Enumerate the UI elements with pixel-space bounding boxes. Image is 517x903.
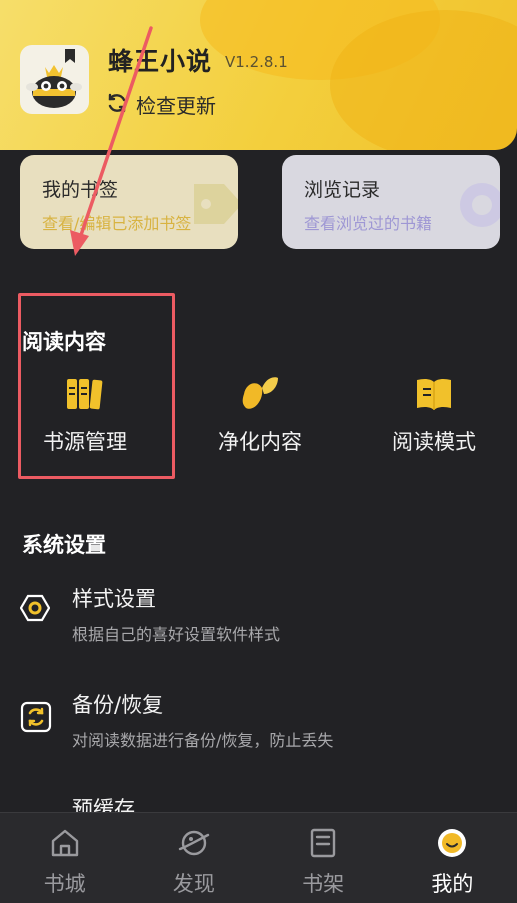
app-logo	[20, 45, 89, 114]
planet-icon	[178, 827, 210, 863]
reading-mode-label: 阅读模式	[392, 430, 476, 454]
purify-content-button[interactable]: 净化内容	[190, 372, 330, 456]
shelf-icon	[307, 827, 339, 863]
nav-bookshelf[interactable]: 书架	[259, 813, 388, 903]
nav-bookstore-label: 书城	[43, 872, 86, 896]
style-settings-title: 样式设置	[72, 587, 156, 611]
refresh-icon	[106, 92, 128, 118]
source-management-button[interactable]: 书源管理	[15, 372, 155, 456]
purify-content-label: 净化内容	[218, 430, 302, 454]
bookmarks-title: 我的书签	[42, 179, 119, 201]
profile-header: 蜂王小说 V1.2.8.1 检查更新	[0, 0, 517, 150]
tag-icon	[184, 179, 238, 233]
history-title: 浏览记录	[304, 179, 381, 201]
nav-mine[interactable]: 我的	[388, 813, 517, 903]
nav-discover-label: 发现	[172, 872, 215, 896]
style-settings-item[interactable]: 样式设置 根据自己的喜好设置软件样式	[0, 583, 517, 663]
home-icon	[49, 827, 81, 863]
sync-icon	[20, 701, 52, 737]
eye-icon	[446, 179, 500, 233]
system-section-title: 系统设置	[22, 533, 106, 557]
app-version: V1.2.8.1	[225, 53, 288, 71]
check-update-button[interactable]: 检查更新	[106, 90, 216, 119]
history-card[interactable]: 浏览记录 查看浏览过的书籍	[282, 155, 500, 249]
source-management-label: 书源管理	[43, 430, 127, 454]
app-name: 蜂王小说	[108, 47, 213, 76]
bookmarks-card[interactable]: 我的书签 查看/编辑已添加书签	[20, 155, 238, 249]
backup-restore-title: 备份/恢复	[72, 693, 164, 717]
backup-restore-item[interactable]: 备份/恢复 对阅读数据进行备份/恢复，防止丢失	[0, 689, 517, 769]
style-settings-desc: 根据自己的喜好设置软件样式	[72, 625, 281, 644]
bookmarks-subtitle: 查看/编辑已添加书签	[42, 214, 192, 233]
bottom-navigation: 书城 发现 书架 我的	[0, 812, 517, 903]
leaf-icon	[190, 372, 330, 416]
nav-bookshelf-label: 书架	[302, 872, 345, 896]
hexagon-gear-icon	[19, 593, 51, 627]
check-update-label: 检查更新	[136, 94, 216, 118]
nav-discover[interactable]: 发现	[129, 813, 258, 903]
history-subtitle: 查看浏览过的书籍	[304, 214, 433, 233]
nav-bookstore[interactable]: 书城	[0, 813, 129, 903]
books-icon	[15, 372, 155, 416]
nav-mine-label: 我的	[431, 872, 474, 896]
avatar-icon	[436, 827, 468, 863]
reading-section-title: 阅读内容	[22, 330, 106, 354]
open-book-icon	[364, 372, 504, 416]
backup-restore-desc: 对阅读数据进行备份/恢复，防止丢失	[72, 731, 334, 750]
reading-mode-button[interactable]: 阅读模式	[364, 372, 504, 456]
